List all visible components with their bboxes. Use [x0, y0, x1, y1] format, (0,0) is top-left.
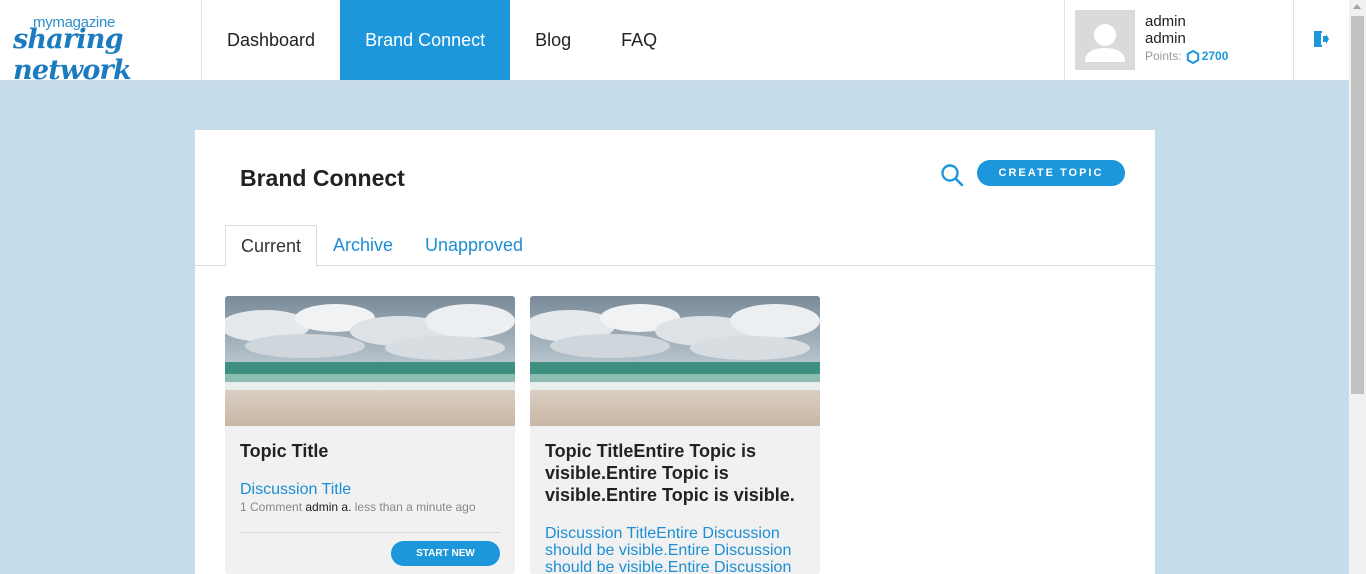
site-logo[interactable]: mymagazine sharing network: [0, 0, 202, 86]
user-first-name: admin: [1145, 13, 1186, 30]
user-last-name: admin: [1145, 30, 1186, 47]
user-info: admin admin Points: 2700: [1145, 13, 1228, 65]
scroll-thumb[interactable]: [1351, 16, 1364, 394]
logout-button[interactable]: [1312, 30, 1330, 48]
beach-photo: [225, 296, 515, 426]
topic-card[interactable]: Topic Title Discussion Title 1 Comment a…: [225, 296, 515, 574]
topic-tabs: Current Archive Unapproved: [195, 225, 1155, 267]
topic-title[interactable]: Topic TitleEntire Topic is visible.Entir…: [545, 440, 807, 506]
points-coin-icon: [1186, 49, 1199, 64]
main-nav: Dashboard Brand Connect Blog FAQ: [202, 0, 682, 80]
tab-unapproved[interactable]: Unapproved: [410, 225, 538, 266]
comment-time: less than a minute ago: [354, 500, 476, 514]
nav-dashboard[interactable]: Dashboard: [202, 0, 340, 80]
avatar[interactable]: [1075, 10, 1135, 70]
points-value: 2700: [1201, 49, 1229, 63]
nav-brand-connect[interactable]: Brand Connect: [340, 0, 511, 80]
page-scrollbar[interactable]: [1349, 0, 1366, 574]
points-row: Points: 2700: [1145, 48, 1228, 65]
card-divider: [240, 532, 500, 533]
topic-card[interactable]: Topic TitleEntire Topic is visible.Entir…: [530, 296, 820, 574]
discussion-link[interactable]: Discussion TitleEntire Discussion should…: [545, 525, 807, 574]
points-label: Points:: [1145, 49, 1182, 63]
start-new-button[interactable]: START NEW: [391, 541, 500, 566]
brand-connect-panel: Brand Connect CREATE TOPIC Current Archi…: [195, 130, 1155, 574]
page-title: Brand Connect: [240, 165, 405, 191]
logo-script-text: sharing network: [13, 24, 132, 86]
tab-archive[interactable]: Archive: [318, 225, 408, 266]
logout-icon: [1314, 31, 1329, 47]
beach-photo: [530, 296, 820, 426]
avatar-placeholder-icon: [1075, 10, 1135, 70]
tab-current[interactable]: Current: [225, 225, 318, 267]
discussion-link[interactable]: Discussion Title: [240, 481, 502, 498]
comment-count: 1 Comment: [240, 500, 303, 514]
user-profile[interactable]: admin admin Points: 2700: [1064, 0, 1294, 80]
search-button[interactable]: [940, 163, 964, 187]
topic-title[interactable]: Topic Title: [240, 440, 502, 462]
nav-faq[interactable]: FAQ: [596, 0, 682, 80]
scroll-up-arrow-icon[interactable]: [1353, 4, 1361, 9]
top-navigation-bar: mymagazine sharing network Dashboard Bra…: [0, 0, 1349, 86]
search-icon: [941, 164, 964, 187]
discussion-meta: 1 Comment admin a. less than a minute ag…: [240, 500, 476, 514]
create-topic-button[interactable]: CREATE TOPIC: [977, 160, 1125, 186]
nav-blog[interactable]: Blog: [510, 0, 596, 80]
comment-author: admin a.: [305, 500, 352, 514]
